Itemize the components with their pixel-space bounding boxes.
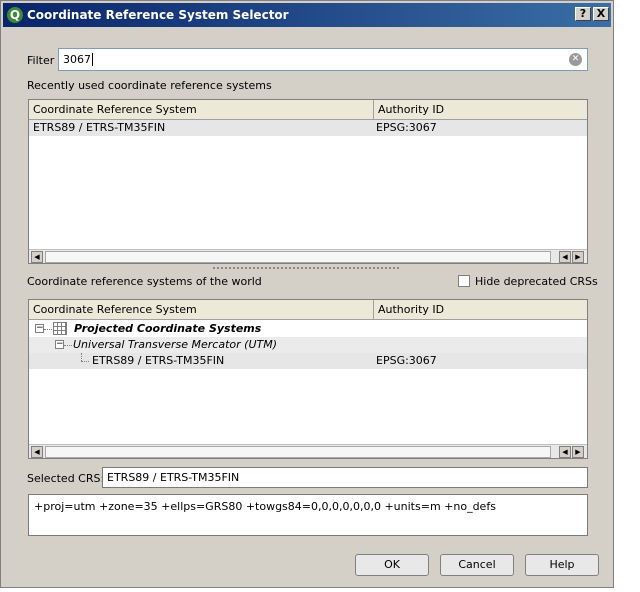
filter-input[interactable]: 3067 ✕ [58,48,588,71]
tree-subgroup-row[interactable]: − Universal Transverse Mercator (UTM) [29,337,587,353]
horizontal-scrollbar[interactable]: ◀ ◀ ▶ [29,249,587,263]
help-title-button[interactable]: ? [575,7,591,21]
selected-crs-label: Selected CRS: [27,472,105,485]
scroll-right-icon[interactable]: ▶ [572,251,584,263]
filter-label: Filter [27,54,55,67]
world-crs-tree: Coordinate Reference System Authority ID… [28,299,588,459]
scroll-left-icon[interactable]: ◀ [31,251,43,263]
grid-icon [53,322,67,335]
tree-line [81,353,82,361]
hide-deprecated-label: Hide deprecated CRSs [475,275,598,288]
cancel-button[interactable]: Cancel [440,554,514,576]
world-crs-label: Coordinate reference systems of the worl… [27,275,262,288]
selected-crs-field[interactable]: ETRS89 / ETRS-TM35FIN [102,467,588,488]
tree-item-row[interactable]: ETRS89 / ETRS-TM35FIN EPSG:3067 [29,353,587,369]
title-bar[interactable]: Q Coordinate Reference System Selector ?… [3,3,611,27]
tree-line [81,361,89,362]
tree-line [44,329,52,330]
close-title-button[interactable]: X [593,7,609,21]
subgroup-label: Universal Transverse Mercator (UTM) [73,338,278,351]
filter-value: 3067 [63,53,91,66]
column-header-authority[interactable]: Authority ID [374,100,587,120]
scroll-thumb[interactable] [45,446,551,458]
scroll-left-icon[interactable]: ◀ [31,446,43,458]
recent-crs-label: Recently used coordinate reference syste… [27,79,272,92]
collapse-icon[interactable]: − [35,324,44,333]
authority-id: EPSG:3067 [376,354,437,367]
qgis-icon: Q [7,7,23,23]
splitter-handle[interactable] [213,267,401,269]
crs-selector-dialog: Q Coordinate Reference System Selector ?… [0,0,614,588]
tree-line [64,345,72,346]
scroll-thumb[interactable] [45,251,551,263]
help-button[interactable]: Help [525,554,599,576]
ok-button[interactable]: OK [355,554,429,576]
crs-name: ETRS89 / ETRS-TM35FIN [33,121,166,134]
table-row[interactable]: ETRS89 / ETRS-TM35FIN EPSG:3067 [29,120,587,136]
proj-definition-text[interactable]: +proj=utm +zone=35 +ellps=GRS80 +towgs84… [28,494,588,536]
authority-id: EPSG:3067 [376,121,437,134]
column-header-authority[interactable]: Authority ID [374,300,587,320]
crs-name: ETRS89 / ETRS-TM35FIN [92,354,225,367]
proj-string: +proj=utm +zone=35 +ellps=GRS80 +towgs84… [34,500,496,513]
collapse-icon[interactable]: − [55,340,64,349]
column-header-crs[interactable]: Coordinate Reference System [29,300,374,320]
scroll-left-icon[interactable]: ◀ [559,251,571,263]
text-cursor [92,53,93,66]
column-header-crs[interactable]: Coordinate Reference System [29,100,374,120]
window-title: Coordinate Reference System Selector [27,8,289,22]
tree-group-row[interactable]: − Projected Coordinate Systems [29,321,587,337]
scroll-left-icon[interactable]: ◀ [559,446,571,458]
hide-deprecated-checkbox[interactable] [458,275,470,287]
horizontal-scrollbar[interactable]: ◀ ◀ ▶ [29,444,587,458]
clear-icon[interactable]: ✕ [569,53,582,66]
scroll-right-icon[interactable]: ▶ [572,446,584,458]
group-label: Projected Coordinate Systems [74,322,262,335]
recent-crs-table: Coordinate Reference System Authority ID… [28,99,588,264]
selected-crs-value: ETRS89 / ETRS-TM35FIN [107,471,240,484]
